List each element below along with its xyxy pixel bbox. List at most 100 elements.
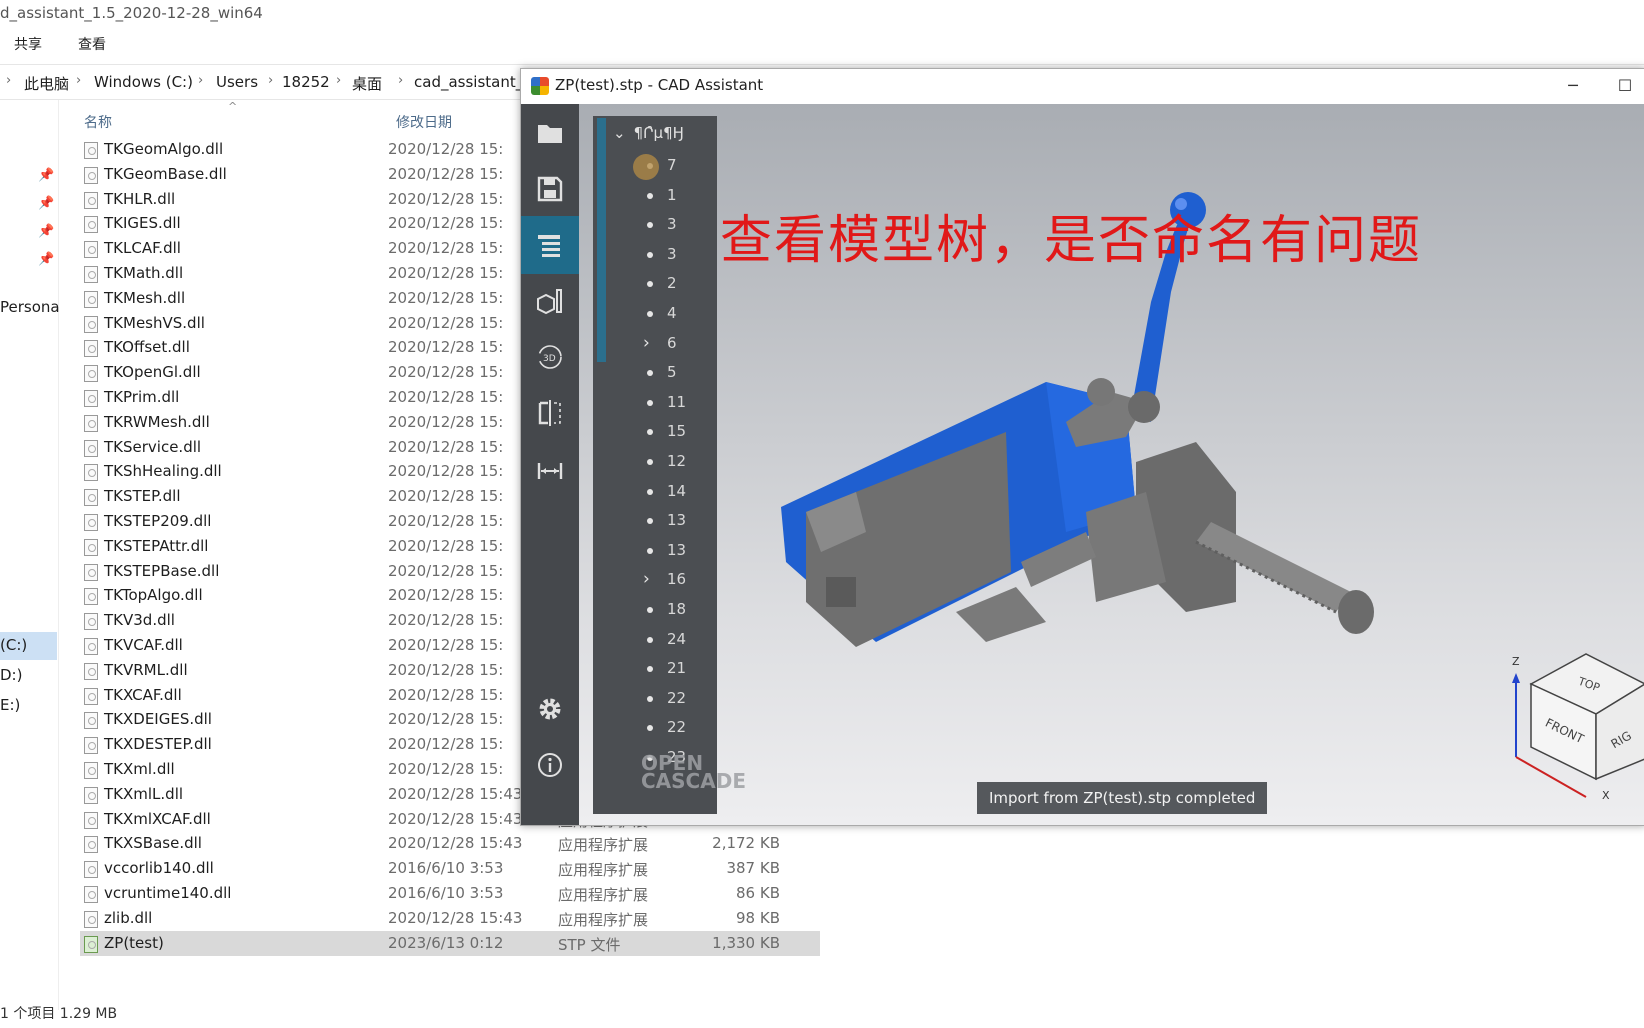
tree-node[interactable]: 3: [643, 213, 713, 239]
model-tree-icon: [538, 235, 560, 257]
axis-x-label: X: [1602, 789, 1610, 799]
breadcrumb-desktop[interactable]: 桌面: [352, 73, 382, 94]
file-date: 2020/12/28 15:: [388, 536, 504, 555]
file-date: 2020/12/28 15:: [388, 512, 504, 530]
file-row[interactable]: vcruntime140.dll 2016/6/10 3:53 应用程序扩展 86 K…: [80, 881, 820, 906]
tree-node[interactable]: 5: [643, 361, 713, 387]
tree-node-label: 22: [667, 688, 687, 707]
tree-node-label: 12: [667, 452, 687, 470]
file-date: 2020/12/28 15:: [388, 338, 504, 357]
save-button[interactable]: [521, 160, 579, 218]
dll-file-icon: [84, 786, 98, 804]
tree-node[interactable]: 4: [643, 302, 713, 328]
chevron-right-icon[interactable]: ›: [643, 333, 650, 353]
maximize-icon[interactable]: ☐: [1605, 73, 1644, 99]
tree-node[interactable]: 12: [643, 450, 713, 476]
tree-node[interactable]: 13: [643, 539, 713, 565]
explorer-title-bar: d_assistant_1.5_2020-12-28_win64: [0, 0, 1644, 28]
file-size: 98 KB: [736, 908, 780, 927]
file-name: TKXmlL.dll: [104, 784, 184, 803]
cad-assistant-window: ZP(test).stp - CAD Assistant ─ ☐ 3D ⌄ ¶Ր…: [520, 68, 1644, 826]
tree-node[interactable]: 22: [643, 687, 713, 713]
file-date: 2020/12/28 15:: [388, 611, 504, 630]
breadcrumb-c-drive[interactable]: Windows (C:): [94, 73, 193, 91]
node-bullet-icon: [647, 399, 653, 406]
file-name: zlib.dll: [104, 908, 153, 927]
file-name: TKRWMesh.dll: [104, 412, 210, 431]
tree-node[interactable]: › 16: [643, 568, 713, 594]
settings-icon: [539, 698, 561, 720]
tree-node-label: 18: [667, 600, 687, 618]
breadcrumb-user[interactable]: 18252: [282, 73, 330, 91]
file-name: vcruntime140.dll: [104, 884, 232, 902]
breadcrumb-this-pc[interactable]: 此电脑: [24, 73, 69, 94]
file-row[interactable]: zlib.dll 2020/12/28 15:43 应用程序扩展 98 KB: [80, 906, 820, 931]
tree-root-node[interactable]: ⌄ ¶Ր̑μ¶Ӈ: [613, 124, 684, 142]
tree-node-label: 3: [667, 244, 677, 263]
file-date: 2020/12/28 15:: [388, 412, 504, 431]
node-bullet-icon: [647, 547, 653, 554]
3d-viewport[interactable]: 3D ⌄ ¶Ր̑μ¶Ӈ 7 1 3 3 2 4 › 6 5 11 15 12 14 13 13 › 16 18 24 2…: [521, 104, 1644, 825]
file-name: TKXml.dll: [104, 760, 175, 778]
3d-view-button[interactable]: 3D: [521, 328, 579, 386]
file-name: TKV3d.dll: [104, 611, 175, 630]
tree-node[interactable]: 22: [643, 716, 713, 742]
menu-view[interactable]: 查看: [78, 34, 106, 54]
nav-item-drive-e[interactable]: E:): [0, 696, 20, 714]
nav-item-drive-c[interactable]: (C:): [0, 636, 27, 654]
file-name: TKGeomBase.dll: [104, 164, 227, 183]
minimize-icon[interactable]: ─: [1553, 73, 1593, 99]
file-date: 2020/12/28 15:43: [388, 809, 523, 828]
file-size: 86 KB: [736, 884, 780, 902]
tree-node[interactable]: 2: [643, 272, 713, 298]
dll-file-icon: [84, 216, 98, 234]
file-date: 2016/6/10 3:53: [388, 859, 504, 878]
dll-file-icon: [84, 290, 98, 308]
properties-button[interactable]: [521, 272, 579, 330]
breadcrumb-folder[interactable]: cad_assistant_: [414, 73, 523, 91]
svg-text:3D: 3D: [543, 354, 556, 364]
dll-file-icon: [84, 340, 98, 358]
tree-node[interactable]: 21: [643, 657, 713, 683]
column-header-date[interactable]: 修改日期: [396, 112, 452, 132]
file-date: 2020/12/28 15:: [388, 140, 504, 158]
tree-node[interactable]: 14: [643, 480, 713, 506]
dll-file-icon: [84, 266, 98, 283]
view-cube[interactable]: Z X TOP FRONT RIG: [1486, 629, 1644, 799]
info-button[interactable]: [521, 736, 579, 794]
nav-item-drive-d[interactable]: D:): [0, 666, 22, 684]
nav-item-personal[interactable]: Persona: [0, 298, 60, 316]
file-date: 2020/12/28 15:: [388, 660, 504, 679]
file-row[interactable]: ZP(test) 2023/6/13 0:12 STP 文件 1,330 KB: [80, 930, 820, 956]
chevron-right-icon[interactable]: ›: [643, 569, 650, 589]
pin-icon: 📌: [38, 252, 55, 267]
annotation-text: 查看模型树，是否命名有问题: [720, 211, 1423, 271]
tree-node[interactable]: 15: [643, 420, 713, 446]
tree-node[interactable]: 13: [643, 509, 713, 535]
node-bullet-icon: [647, 192, 653, 199]
menu-share[interactable]: 共享: [14, 34, 42, 54]
clipping-button[interactable]: [521, 384, 579, 442]
measure-button[interactable]: [521, 440, 579, 498]
file-row[interactable]: vccorlib140.dll 2016/6/10 3:53 应用程序扩展 387 K…: [80, 856, 820, 881]
tree-node[interactable]: 3: [643, 243, 713, 269]
tree-node[interactable]: 18: [643, 598, 713, 624]
dll-file-icon: [84, 439, 98, 457]
dll-file-icon: [84, 315, 98, 333]
file-name: TKXDEIGES.dll: [104, 710, 212, 729]
import-status-toast: Import from ZP(test).stp completed: [977, 782, 1268, 814]
tree-node-label: 1: [667, 185, 677, 204]
file-row[interactable]: TKXSBase.dll 2020/12/28 15:43 应用程序扩展 2,172 …: [80, 831, 820, 856]
tree-node[interactable]: 11: [643, 391, 713, 417]
column-header-name[interactable]: 名称: [84, 112, 112, 132]
file-name: TKSTEP209.dll: [104, 512, 212, 530]
tree-node[interactable]: › 6: [643, 332, 713, 358]
model-tree-button[interactable]: [521, 216, 579, 274]
breadcrumb-users[interactable]: Users: [216, 73, 258, 91]
tree-node[interactable]: 24: [643, 628, 713, 654]
tree-scrollbar[interactable]: [597, 118, 606, 362]
tree-node[interactable]: 1: [643, 184, 713, 210]
settings-button[interactable]: [521, 680, 579, 738]
open-folder-button[interactable]: [521, 104, 579, 162]
dll-file-icon: [84, 712, 98, 730]
